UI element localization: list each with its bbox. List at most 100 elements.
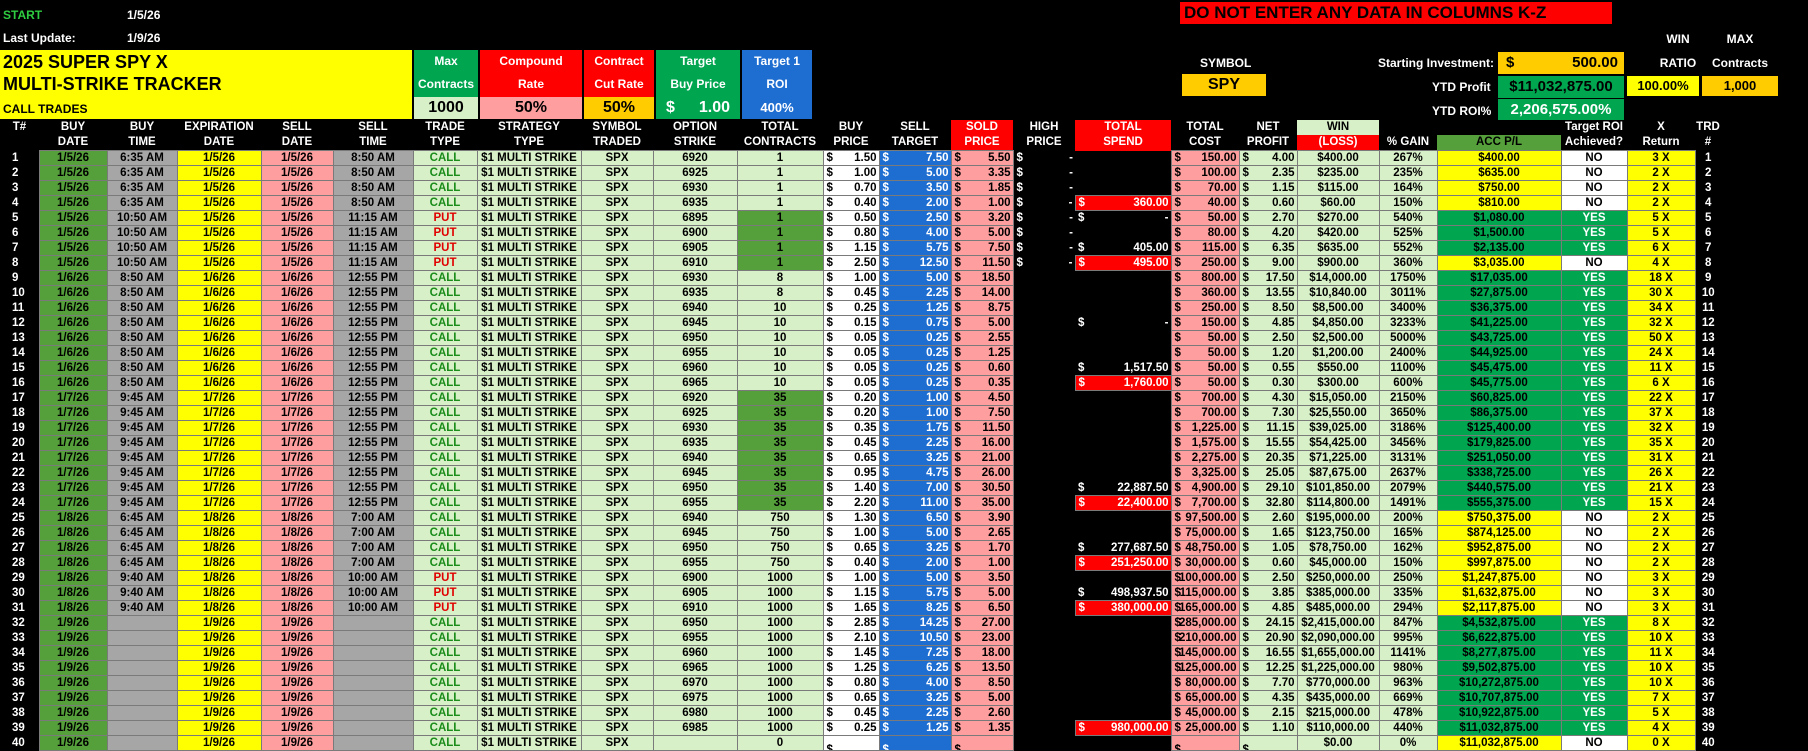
cell-expiration-date[interactable]: 1/6/26	[176, 270, 262, 286]
cell-sell-target[interactable]: $5.00	[878, 270, 952, 286]
cell-buy-date[interactable]: 1/7/26	[38, 495, 108, 511]
cell-option-strike[interactable]	[652, 735, 738, 751]
cell-strategy-type[interactable]: $1 MULTI STRIKE	[476, 315, 582, 331]
cell-strategy-type[interactable]: $1 MULTI STRIKE	[476, 330, 582, 346]
cell-buy-price[interactable]: $0.65	[822, 540, 880, 556]
cell-sold-price[interactable]: $3.90	[950, 510, 1014, 526]
cell-sell-target[interactable]: $1.75	[878, 420, 952, 436]
cell-sell-target[interactable]: $8.25	[878, 600, 952, 616]
cell-sold-price[interactable]: $18.50	[950, 270, 1014, 286]
cell-buy-time[interactable]: 6:45 AM	[106, 555, 178, 571]
cell-buy-time[interactable]: 6:35 AM	[106, 150, 178, 166]
cell-strategy-type[interactable]: $1 MULTI STRIKE	[476, 405, 582, 421]
cell-sell-target[interactable]: $0.75	[878, 315, 952, 331]
cell-sold-price[interactable]: $6.50	[950, 600, 1014, 616]
cell-sell-date[interactable]: 1/7/26	[260, 405, 334, 421]
cell-sell-date[interactable]: 1/8/26	[260, 555, 334, 571]
cell-buy-price[interactable]: $1.00	[822, 165, 880, 181]
compound-rate-value[interactable]: 50%	[480, 97, 582, 119]
cell-strategy-type[interactable]: $1 MULTI STRIKE	[476, 255, 582, 271]
cell-sell-target[interactable]: $3.25	[878, 690, 952, 706]
cell-option-strike[interactable]: 6985	[652, 720, 738, 736]
cell-trade-type[interactable]: PUT	[412, 600, 478, 616]
cell-expiration-date[interactable]: 1/8/26	[176, 555, 262, 571]
cell-buy-time[interactable]: 9:40 AM	[106, 585, 178, 601]
cell-strategy-type[interactable]: $1 MULTI STRIKE	[476, 435, 582, 451]
cell-sell-target[interactable]: $14.25	[878, 615, 952, 631]
cell-strategy-type[interactable]: $1 MULTI STRIKE	[476, 585, 582, 601]
cell-buy-price[interactable]: $0.25	[822, 300, 880, 316]
cell-sell-date[interactable]: 1/9/26	[260, 720, 334, 736]
cell-option-strike[interactable]: 6900	[652, 570, 738, 586]
cell-sold-price[interactable]: $11.50	[950, 255, 1014, 271]
cell-trade-type[interactable]: PUT	[412, 210, 478, 226]
cell-sell-target[interactable]: $0.25	[878, 330, 952, 346]
cell-buy-date[interactable]: 1/6/26	[38, 285, 108, 301]
cell-total-contracts[interactable]: 1	[736, 225, 824, 241]
cell-strategy-type[interactable]: $1 MULTI STRIKE	[476, 690, 582, 706]
cell-buy-time[interactable]: 10:50 AM	[106, 210, 178, 226]
cell-sell-date[interactable]: 1/8/26	[260, 540, 334, 556]
cell-buy-time[interactable]	[106, 720, 178, 736]
cell-sold-price[interactable]: $2.60	[950, 705, 1014, 721]
cell-expiration-date[interactable]: 1/8/26	[176, 540, 262, 556]
cell-option-strike[interactable]: 6945	[652, 315, 738, 331]
cell-total-contracts[interactable]: 750	[736, 525, 824, 541]
cell-sell-time[interactable]: 8:50 AM	[332, 150, 414, 166]
cell-symbol-traded[interactable]: SPX	[580, 675, 654, 691]
cell-buy-date[interactable]: 1/8/26	[38, 555, 108, 571]
cell-symbol-traded[interactable]: SPX	[580, 555, 654, 571]
cell-sell-date[interactable]: 1/9/26	[260, 660, 334, 676]
cell-symbol-traded[interactable]: SPX	[580, 480, 654, 496]
cell-buy-time[interactable]	[106, 615, 178, 631]
cell-sell-date[interactable]: 1/9/26	[260, 615, 334, 631]
cell-sell-date[interactable]: 1/5/26	[260, 210, 334, 226]
cell-strategy-type[interactable]: $1 MULTI STRIKE	[476, 510, 582, 526]
cell-buy-price[interactable]: $0.05	[822, 330, 880, 346]
cell-total-contracts[interactable]: 35	[736, 435, 824, 451]
cell-sell-time[interactable]: 12:55 PM	[332, 345, 414, 361]
cell-buy-price[interactable]: $0.50	[822, 210, 880, 226]
cell-buy-time[interactable]: 6:45 AM	[106, 525, 178, 541]
cell-buy-price[interactable]: $1.00	[822, 270, 880, 286]
cell-buy-time[interactable]: 10:50 AM	[106, 240, 178, 256]
cell-total-contracts[interactable]: 1000	[736, 630, 824, 646]
cell-buy-date[interactable]: 1/9/26	[38, 690, 108, 706]
cell-strategy-type[interactable]: $1 MULTI STRIKE	[476, 360, 582, 376]
cell-strategy-type[interactable]: $1 MULTI STRIKE	[476, 210, 582, 226]
cell-sold-price[interactable]: $4.50	[950, 390, 1014, 406]
cell-sell-time[interactable]: 12:55 PM	[332, 330, 414, 346]
cell-sold-price[interactable]: $1.70	[950, 540, 1014, 556]
cell-sold-price[interactable]: $1.25	[950, 345, 1014, 361]
cell-option-strike[interactable]: 6980	[652, 705, 738, 721]
cell-sell-target[interactable]: $5.75	[878, 240, 952, 256]
cell-sell-time[interactable]	[332, 720, 414, 736]
cell-expiration-date[interactable]: 1/7/26	[176, 390, 262, 406]
cell-sell-time[interactable]: 11:15 AM	[332, 225, 414, 241]
cell-buy-date[interactable]: 1/7/26	[38, 480, 108, 496]
cell-trade-type[interactable]: CALL	[412, 300, 478, 316]
cell-sell-target[interactable]: $2.25	[878, 705, 952, 721]
cell-buy-time[interactable]: 8:50 AM	[106, 360, 178, 376]
cell-total-contracts[interactable]: 8	[736, 285, 824, 301]
cell-buy-date[interactable]: 1/7/26	[38, 405, 108, 421]
cell-symbol-traded[interactable]: SPX	[580, 345, 654, 361]
cell-sold-price[interactable]: $23.00	[950, 630, 1014, 646]
start-date[interactable]: 1/5/26	[127, 8, 160, 22]
cell-buy-date[interactable]: 1/9/26	[38, 645, 108, 661]
cell-sell-date[interactable]: 1/5/26	[260, 240, 334, 256]
cell-sell-target[interactable]: $2.00	[878, 195, 952, 211]
cell-expiration-date[interactable]: 1/7/26	[176, 495, 262, 511]
cell-buy-time[interactable]: 6:45 AM	[106, 540, 178, 556]
cell-symbol-traded[interactable]: SPX	[580, 360, 654, 376]
cell-buy-date[interactable]: 1/6/26	[38, 360, 108, 376]
cell-buy-time[interactable]: 9:45 AM	[106, 465, 178, 481]
cell-symbol-traded[interactable]: SPX	[580, 375, 654, 391]
cell-sell-date[interactable]: 1/7/26	[260, 480, 334, 496]
cell-expiration-date[interactable]: 1/9/26	[176, 705, 262, 721]
cell-total-contracts[interactable]: 10	[736, 375, 824, 391]
cell-strategy-type[interactable]: $1 MULTI STRIKE	[476, 570, 582, 586]
cell-expiration-date[interactable]: 1/9/26	[176, 690, 262, 706]
cell-option-strike[interactable]: 6970	[652, 675, 738, 691]
cell-trade-type[interactable]: CALL	[412, 705, 478, 721]
